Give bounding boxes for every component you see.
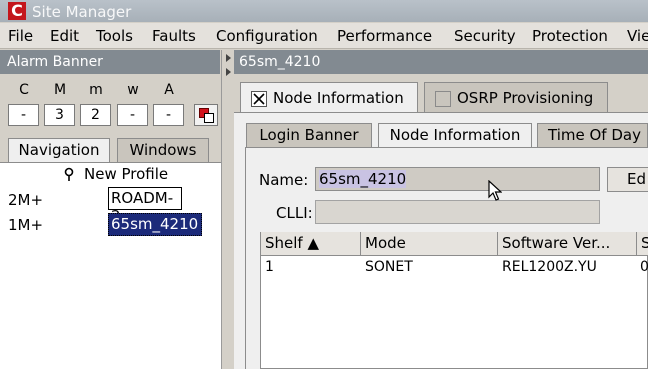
mouse-cursor-icon <box>488 180 502 201</box>
menu-view[interactable]: Vie <box>627 27 648 45</box>
tab-navigation[interactable]: Navigation <box>8 138 110 163</box>
alarm-col-warning: w <box>127 82 139 98</box>
table-cell-software[interactable]: REL1200Z.YU <box>502 259 597 275</box>
name-label: Name: <box>259 171 309 189</box>
alarm-window-button[interactable] <box>194 104 218 126</box>
table-cell-mode[interactable]: SONET <box>365 259 413 275</box>
menu-security[interactable]: Security <box>454 27 516 45</box>
clli-field[interactable] <box>315 200 600 224</box>
pin-icon <box>64 167 74 181</box>
alarm-banner-header: Alarm Banner <box>0 50 220 74</box>
edit-button[interactable]: Ed <box>607 167 648 192</box>
subtab-time-of-day[interactable]: Time Of Day <box>537 123 648 147</box>
tab-node-information[interactable]: Node Information <box>240 82 418 113</box>
subtab-login-banner[interactable]: Login Banner <box>246 123 372 147</box>
tree-node-roadm[interactable]: ROADM-2 <box>108 187 182 225</box>
tab-windows[interactable]: Windows <box>117 138 209 162</box>
app-logo-icon: C <box>8 2 26 20</box>
column-header-s[interactable]: S <box>637 232 648 256</box>
splitter-arrow-icon <box>226 54 231 62</box>
tab-osrp-label: OSRP Provisioning <box>457 89 594 107</box>
window-title: Site Manager <box>32 3 132 21</box>
menu-protection[interactable]: Protection <box>532 27 608 45</box>
close-x-icon <box>253 93 265 105</box>
column-header-software-version[interactable]: Software Ver... <box>498 232 637 256</box>
alarm-col-major: M <box>53 82 67 98</box>
name-value: 65sm_4210 <box>319 170 407 188</box>
column-header-shelf[interactable]: Shelf ▲ <box>261 232 361 256</box>
subtab-node-information[interactable]: Node Information <box>378 123 532 148</box>
alarm-count-alert: - <box>153 104 184 126</box>
alarm-col-alert: A <box>164 82 174 98</box>
alarm-window-icon-overlay <box>204 113 214 123</box>
tab-checkbox <box>435 91 451 107</box>
menu-edit[interactable]: Edit <box>50 27 79 45</box>
tree-node-selected[interactable]: 65sm_4210 <box>108 213 202 236</box>
menu-performance[interactable]: Performance <box>337 27 432 45</box>
clli-label: CLLI: <box>276 204 313 222</box>
alarm-col-minor: m <box>89 82 103 98</box>
tab-node-information-label: Node Information <box>273 89 404 107</box>
alarm-count-major: 3 <box>44 104 75 126</box>
tree-alarm-count: 1M+ <box>8 216 44 234</box>
alarm-count-critical: - <box>8 104 39 126</box>
menu-file[interactable]: File <box>8 27 33 45</box>
alarm-count-warning: - <box>117 104 148 126</box>
tree-profile[interactable]: New Profile <box>84 165 168 183</box>
column-header-mode[interactable]: Mode <box>361 232 498 256</box>
menu-tools[interactable]: Tools <box>96 27 133 45</box>
tab-close-checkbox[interactable] <box>251 91 267 107</box>
menu-faults[interactable]: Faults <box>152 27 196 45</box>
menu-bar: File Edit Tools Faults Configuration Per… <box>0 23 648 49</box>
alarm-count-minor: 2 <box>80 104 111 126</box>
table-cell-s[interactable]: 0 <box>640 259 648 275</box>
menu-configuration[interactable]: Configuration <box>216 27 318 45</box>
table-cell-shelf[interactable]: 1 <box>265 259 274 275</box>
splitter-arrow-icon <box>226 68 231 76</box>
tab-osrp-provisioning[interactable]: OSRP Provisioning <box>424 82 608 112</box>
alarm-col-critical: C <box>19 82 29 98</box>
node-window-title: 65sm_4210 <box>234 50 648 74</box>
panel-splitter[interactable] <box>221 50 234 369</box>
tree-alarm-count: 2M+ <box>8 191 44 209</box>
name-field[interactable]: 65sm_4210 <box>315 167 600 191</box>
